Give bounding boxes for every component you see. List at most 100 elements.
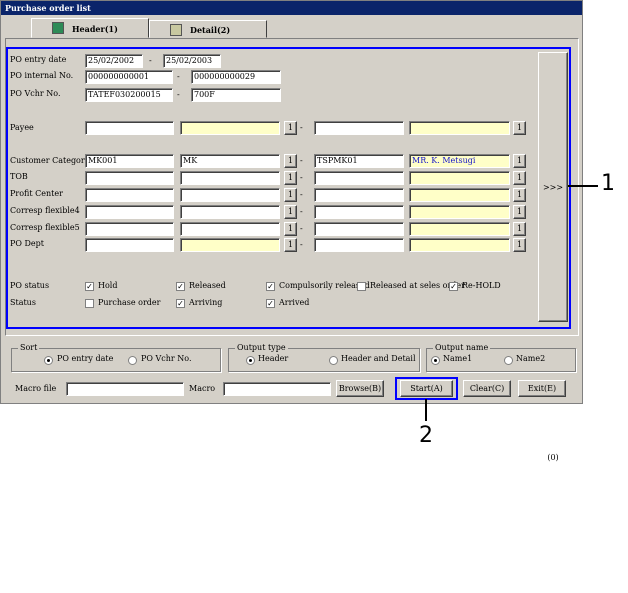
- book-icon: [52, 22, 64, 34]
- payee-to-code[interactable]: [314, 121, 404, 135]
- tob-to-code[interactable]: [314, 171, 404, 185]
- payee-lookup-button[interactable]: 1: [284, 121, 297, 135]
- po-vchr-no-from[interactable]: TATEF030200015: [85, 88, 173, 102]
- re-hold-label: Re-HOLD: [462, 281, 501, 290]
- released-checkbox[interactable]: ✓: [176, 282, 185, 291]
- released-label: Released: [189, 281, 226, 290]
- tob-to-lookup-button[interactable]: 1: [513, 171, 526, 185]
- po-internal-no-to[interactable]: 000000000029: [191, 70, 281, 84]
- corresp-flexible4-to-lookup-button[interactable]: 1: [513, 205, 526, 219]
- callout-2-line: [425, 399, 427, 421]
- hold-label: Hold: [98, 281, 118, 290]
- po-dept-label: PO Dept: [10, 239, 44, 248]
- tob-from-code[interactable]: [85, 171, 174, 185]
- more-button[interactable]: >>>(0): [538, 52, 568, 462]
- profit-center-lookup-button[interactable]: 1: [284, 188, 297, 202]
- payee-from-code[interactable]: [85, 121, 174, 135]
- range-separator: -: [177, 90, 180, 99]
- arrived-checkbox[interactable]: ✓: [266, 299, 275, 308]
- arriving-checkbox[interactable]: ✓: [176, 299, 185, 308]
- callout-2-number: 2: [419, 423, 433, 448]
- corresp-flexible4-to-name[interactable]: [409, 205, 510, 219]
- po-entry-date-from[interactable]: 25/02/2002: [85, 54, 143, 68]
- purchase-order-label: Purchase order: [98, 298, 161, 307]
- payee-to-lookup-button[interactable]: 1: [513, 121, 526, 135]
- corresp-flexible5-from-name[interactable]: [180, 222, 280, 236]
- document-icon: [170, 24, 182, 36]
- range-separator: -: [300, 207, 303, 216]
- tob-from-name[interactable]: [180, 171, 280, 185]
- po-dept-lookup-button[interactable]: 1: [284, 238, 297, 252]
- payee-to-name[interactable]: [409, 121, 510, 135]
- purchase-order-checkbox[interactable]: [85, 299, 94, 308]
- corresp-flexible4-label: Corresp flexible4: [10, 206, 80, 215]
- output-name-name1-radio[interactable]: [431, 356, 440, 365]
- output-name-name2-radio[interactable]: [504, 356, 513, 365]
- output-type-header-radio[interactable]: [246, 356, 255, 365]
- corresp-flexible4-lookup-button[interactable]: 1: [284, 205, 297, 219]
- customer-category-to-lookup-button[interactable]: 1: [513, 154, 526, 168]
- po-entry-date-label: PO entry date: [10, 55, 67, 64]
- po-vchr-no-to[interactable]: 700F: [191, 88, 281, 102]
- customer-category-to-name[interactable]: MR. K. Metsugi: [409, 154, 510, 168]
- range-separator: -: [300, 173, 303, 182]
- sort-po-entry-date-radio[interactable]: [44, 356, 53, 365]
- profit-center-from-code[interactable]: [85, 188, 174, 202]
- po-dept-to-lookup-button[interactable]: 1: [513, 238, 526, 252]
- range-separator: -: [177, 72, 180, 81]
- callout-1-line: [568, 185, 598, 187]
- po-status-label: PO status: [10, 281, 50, 290]
- browse-button[interactable]: Browse(B): [336, 380, 384, 397]
- re-hold-checkbox[interactable]: ✓: [449, 282, 458, 291]
- released-at-sales-order-checkbox[interactable]: [357, 282, 366, 291]
- corresp-flexible4-from-code[interactable]: [85, 205, 174, 219]
- corresp-flexible4-from-name[interactable]: [180, 205, 280, 219]
- macro-input[interactable]: [223, 382, 331, 396]
- corresp-flexible5-from-code[interactable]: [85, 222, 174, 236]
- arrived-label: Arrived: [279, 298, 310, 307]
- profit-center-from-name[interactable]: [180, 188, 280, 202]
- macro-label: Macro: [189, 384, 216, 393]
- macro-file-input[interactable]: [66, 382, 184, 396]
- po-dept-to-name[interactable]: [409, 238, 510, 252]
- payee-label: Payee: [10, 123, 34, 132]
- tob-label: TOB: [10, 172, 28, 181]
- range-separator: -: [300, 156, 303, 165]
- corresp-flexible5-lookup-button[interactable]: 1: [284, 222, 297, 236]
- customer-category-lookup-button[interactable]: 1: [284, 154, 297, 168]
- corresp-flexible5-to-name[interactable]: [409, 222, 510, 236]
- po-internal-no-from[interactable]: 000000000001: [85, 70, 173, 84]
- customer-category-from-code[interactable]: MK001: [85, 154, 174, 168]
- sort-po-entry-date-label: PO entry date: [57, 354, 114, 363]
- arriving-label: Arriving: [189, 298, 223, 307]
- corresp-flexible5-to-code[interactable]: [314, 222, 404, 236]
- tob-lookup-button[interactable]: 1: [284, 171, 297, 185]
- customer-category-label: Customer Category: [10, 156, 90, 165]
- output-type-header-detail-radio[interactable]: [329, 356, 338, 365]
- macro-file-label: Macro file: [15, 384, 57, 393]
- po-vchr-no-label: PO Vchr No.: [10, 89, 61, 98]
- po-dept-to-code[interactable]: [314, 238, 404, 252]
- po-entry-date-to[interactable]: 25/02/2003: [163, 54, 221, 68]
- sort-po-vchr-no-radio[interactable]: [128, 356, 137, 365]
- exit-button[interactable]: Exit(E): [518, 380, 566, 397]
- customer-category-to-code[interactable]: TSPMK01: [314, 154, 404, 168]
- corresp-flexible4-to-code[interactable]: [314, 205, 404, 219]
- profit-center-to-name[interactable]: [409, 188, 510, 202]
- po-dept-from-name[interactable]: [180, 238, 280, 252]
- start-highlight: [395, 377, 458, 400]
- tab-header[interactable]: Header(1): [31, 18, 149, 38]
- profit-center-to-lookup-button[interactable]: 1: [513, 188, 526, 202]
- po-dept-from-code[interactable]: [85, 238, 174, 252]
- tab-header-label: Header(1): [72, 24, 118, 34]
- payee-from-name[interactable]: [180, 121, 280, 135]
- tob-to-name[interactable]: [409, 171, 510, 185]
- compulsorily-released-checkbox[interactable]: ✓: [266, 282, 275, 291]
- corresp-flexible5-to-lookup-button[interactable]: 1: [513, 222, 526, 236]
- hold-checkbox[interactable]: ✓: [85, 282, 94, 291]
- window-title: Purchase order list: [1, 1, 582, 15]
- tab-detail[interactable]: Detail(2): [149, 20, 267, 38]
- customer-category-from-name[interactable]: MK: [180, 154, 280, 168]
- clear-button[interactable]: Clear(C): [463, 380, 511, 397]
- profit-center-to-code[interactable]: [314, 188, 404, 202]
